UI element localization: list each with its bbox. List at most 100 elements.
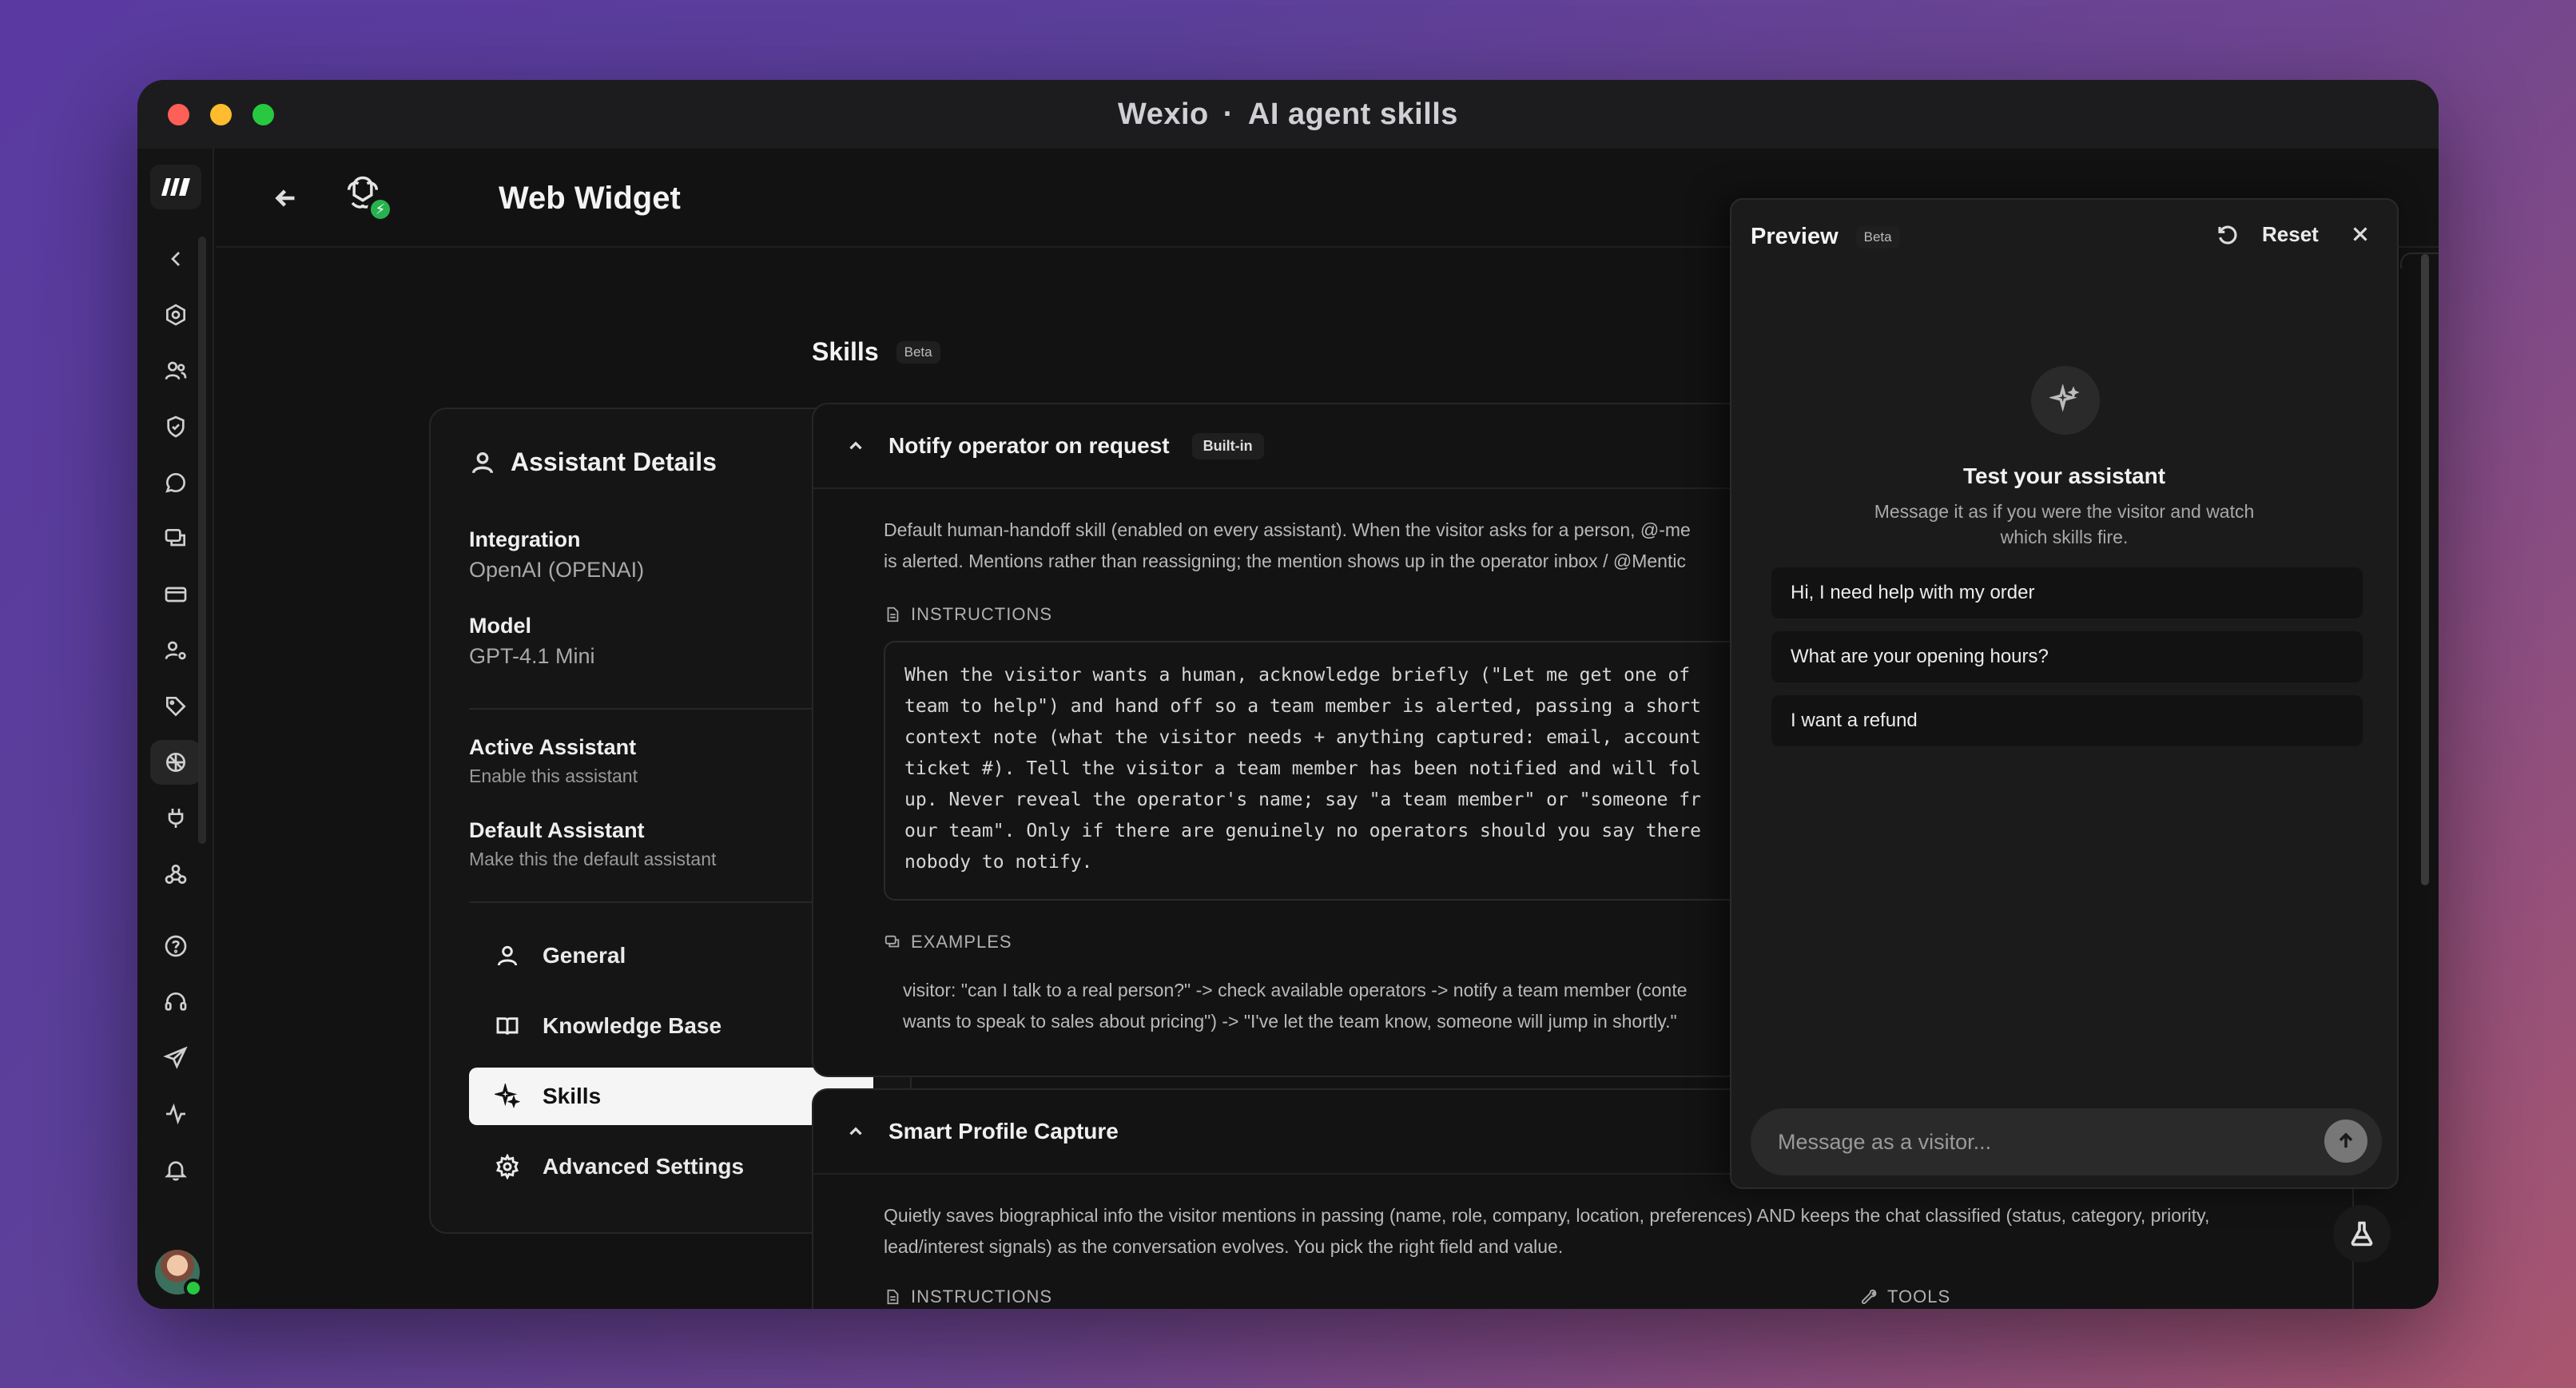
model-value: GPT-4.1 Mini: [469, 644, 595, 668]
maximize-window-button[interactable]: [252, 104, 274, 125]
user-avatar[interactable]: [155, 1250, 203, 1298]
rail-notifications-button[interactable]: [150, 1147, 201, 1192]
page-title: Web Widget: [499, 181, 681, 216]
tools-label: TOOLS: [1860, 1287, 1950, 1307]
skill-name: Smart Profile Capture: [888, 1119, 1119, 1143]
test-assistant-button[interactable]: [2333, 1205, 2391, 1263]
examples-label-text: EXAMPLES: [911, 932, 1012, 952]
rail-activity-button[interactable]: [150, 1092, 201, 1136]
model-label: Model: [469, 614, 531, 638]
collapse-sidebar-button[interactable]: [150, 237, 201, 281]
skill-name: Notify operator on request: [888, 433, 1170, 458]
wexio-logo[interactable]: [150, 165, 201, 209]
window-controls: [168, 104, 274, 125]
rail-ai-button[interactable]: [150, 740, 201, 785]
active-assistant-sub: Enable this assistant: [469, 766, 638, 786]
tools-label-text: TOOLS: [1887, 1287, 1951, 1306]
messages-icon: [165, 529, 185, 547]
header-action-button[interactable]: [2400, 253, 2439, 268]
connected-badge-icon: ⚡: [368, 197, 393, 222]
nav-label: Skills: [543, 1084, 602, 1108]
hexagon-settings-icon: [166, 304, 185, 326]
instructions-label-text: INSTRUCTIONS: [911, 604, 1052, 624]
rail-user-settings-button[interactable]: [150, 628, 201, 673]
rail-conversations-button[interactable]: [150, 516, 201, 561]
rail-billing-button[interactable]: [150, 572, 201, 617]
gear-icon: [495, 1154, 519, 1179]
message-placeholder: Message as a visitor...: [1778, 1129, 1992, 1154]
nav-label: Knowledge Base: [543, 1013, 722, 1038]
arrow-up-icon: [2339, 1132, 2353, 1148]
book-icon: [496, 1017, 519, 1035]
rail-integrations-button[interactable]: [150, 796, 201, 841]
instructions-label-text: INSTRUCTIONS: [911, 1287, 1052, 1306]
rail-help-button[interactable]: [150, 924, 201, 968]
beta-badge: Beta: [1855, 225, 1900, 249]
rail-tags-button[interactable]: [150, 684, 201, 729]
rail-users-button[interactable]: [150, 348, 201, 393]
message-input[interactable]: Message as a visitor...: [1751, 1108, 2382, 1175]
nav-label: General: [543, 943, 626, 968]
document-icon: [887, 607, 899, 622]
shield-icon: [167, 416, 185, 438]
send-button[interactable]: [2324, 1120, 2367, 1163]
chevron-left-icon: [171, 252, 180, 266]
integration-label: Integration: [469, 527, 581, 551]
instructions-label: INSTRUCTIONS: [884, 1287, 1052, 1307]
minimize-window-button[interactable]: [210, 104, 232, 125]
sparkles-icon: [495, 1084, 520, 1108]
built-in-badge: Built-in: [1191, 432, 1264, 459]
help-circle-icon: [165, 935, 187, 957]
close-window-button[interactable]: [168, 104, 189, 125]
description-line: lead/interest signals) as the conversati…: [884, 1236, 1564, 1257]
title-separator: ·: [1222, 97, 1234, 131]
title-bar: Wexio · AI agent skills: [137, 80, 2439, 149]
close-preview-button[interactable]: [2348, 222, 2372, 250]
wrench-icon: [1861, 1289, 1877, 1304]
online-status-dot: [184, 1279, 203, 1298]
rail-settings-button[interactable]: [150, 292, 201, 337]
bell-icon: [165, 1161, 187, 1181]
rail-campaigns-button[interactable]: [150, 1036, 201, 1080]
preview-scrollbar[interactable]: [2421, 254, 2429, 885]
plug-icon: [168, 809, 184, 828]
suggestion-chip[interactable]: What are your opening hours?: [1771, 631, 2363, 682]
chevron-up-icon[interactable]: [845, 1121, 866, 1142]
brain-icon: [166, 753, 185, 772]
credit-card-icon: [165, 587, 187, 603]
reset-label: Reset: [2262, 222, 2319, 246]
chat-bubble-icon: [165, 472, 186, 493]
beta-badge: Beta: [896, 340, 940, 364]
rail-support-button[interactable]: [150, 980, 201, 1024]
examples-label: EXAMPLES: [884, 932, 1012, 953]
close-icon: [2353, 227, 2367, 241]
suggestion-chip[interactable]: Hi, I need help with my order: [1771, 567, 2363, 618]
openai-icon: ⚡: [342, 173, 393, 222]
rail-scrollbar[interactable]: [198, 237, 206, 844]
webhook-icon: [165, 865, 187, 884]
reset-button[interactable]: Reset: [2216, 222, 2319, 247]
rail-chat-button[interactable]: [150, 460, 201, 505]
assistant-details-title: Assistant Details: [511, 447, 717, 476]
flask-icon: [2351, 1221, 2373, 1247]
nav-label: Advanced Settings: [543, 1154, 745, 1179]
arrow-left-icon: [275, 189, 295, 207]
chevron-up-icon[interactable]: [845, 435, 866, 456]
suggestion-chip[interactable]: I want a refund: [1771, 695, 2363, 746]
sidebar-rail: [137, 149, 214, 1309]
preview-header: Preview Beta: [1751, 224, 1900, 250]
active-assistant-label: Active Assistant: [469, 735, 637, 759]
rotate-ccw-icon: [2218, 225, 2237, 245]
rail-security-button[interactable]: [150, 404, 201, 449]
back-button[interactable]: [272, 184, 300, 213]
test-subtitle: Message it as if you were the visitor an…: [1874, 501, 2255, 547]
rail-webhooks-button[interactable]: [150, 852, 201, 897]
preview-panel: Preview Beta Reset Test your assistant M…: [1730, 198, 2399, 1189]
assistant-spark-icon: [2031, 366, 2100, 435]
default-assistant-label: Default Assistant: [469, 818, 645, 842]
preview-title: Preview: [1751, 224, 1839, 249]
skills-heading: Skills Beta: [812, 337, 940, 367]
send-icon: [163, 1046, 188, 1069]
integration-value: OpenAI (OPENAI): [469, 558, 645, 582]
logo-icon: [161, 178, 190, 196]
